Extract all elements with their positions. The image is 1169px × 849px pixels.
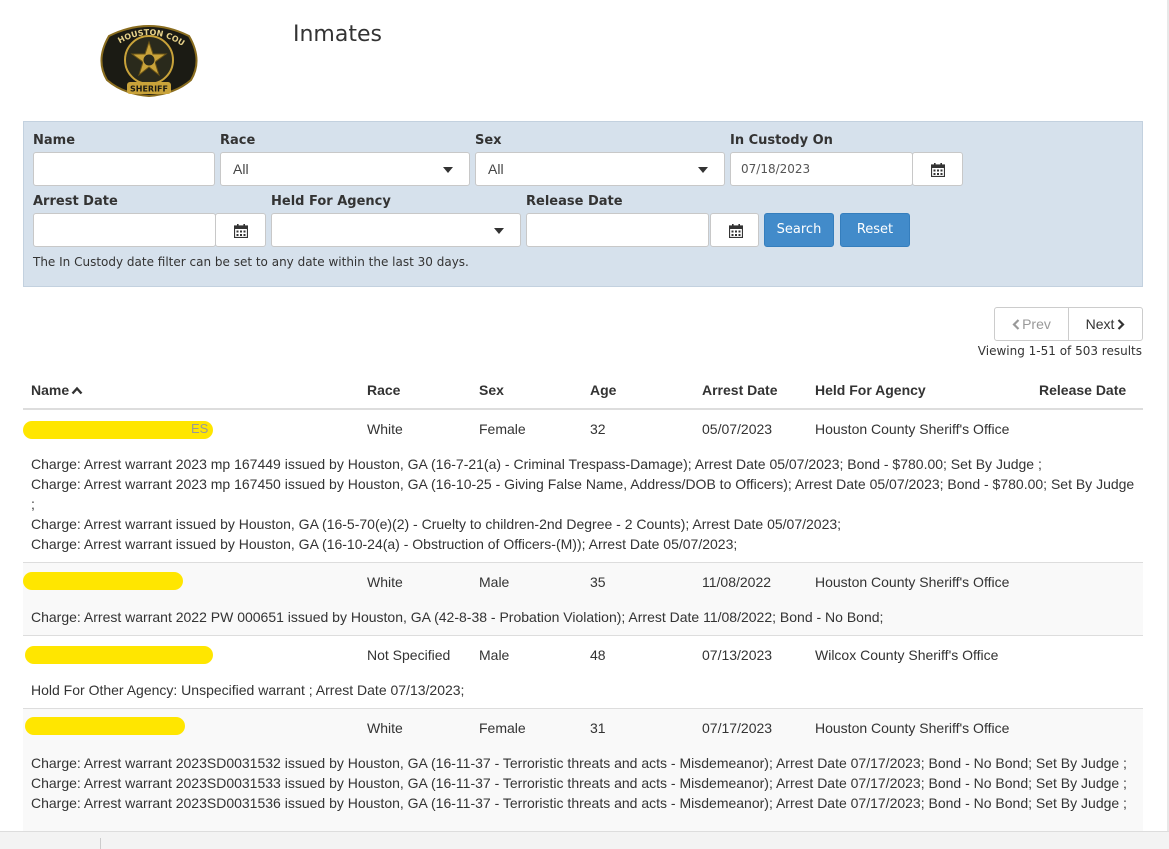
age-cell: 35 <box>590 574 606 590</box>
caret-down-icon <box>698 167 708 173</box>
name-label: Name <box>33 133 76 148</box>
logo-bottom-text: SHERIFF <box>130 85 168 94</box>
arrest-date-cell: 05/07/2023 <box>702 421 773 437</box>
agency-cell: Houston County Sheriff's Office <box>815 574 1010 590</box>
pager: Prev Next <box>994 307 1143 341</box>
charges-list: Charge: Arrest warrant 2023SD0031532 iss… <box>31 753 1137 813</box>
sex-cell: Female <box>479 720 526 736</box>
agency-label: Held For Agency <box>271 194 391 209</box>
sex-cell: Male <box>479 574 510 590</box>
table-header: Name Race Sex Age Arrest Date Held For A… <box>23 374 1143 410</box>
chevron-left-icon <box>1012 319 1020 330</box>
status-divider <box>100 838 101 849</box>
release-date-input[interactable] <box>526 213 709 247</box>
agency-select[interactable] <box>271 213 521 247</box>
agency-column-header[interactable]: Held For Agency <box>815 382 926 398</box>
charge-line: Charge: Arrest warrant issued by Houston… <box>31 516 842 532</box>
agency-cell: Wilcox County Sheriff's Office <box>815 647 999 663</box>
arrest-date-cell: 11/08/2022 <box>702 574 772 590</box>
agency-cell: Houston County Sheriff's Office <box>815 720 1010 736</box>
prev-label: Prev <box>1022 316 1051 332</box>
redacted-name <box>25 646 213 664</box>
release-calendar-button[interactable] <box>710 213 759 247</box>
name-cell-fragment: ES <box>191 421 209 436</box>
calendar-icon <box>931 163 945 177</box>
filter-panel: Name Race All Sex All In Custody On 07/1… <box>23 121 1143 287</box>
custody-filter-hint: The In Custody date filter can be set to… <box>33 255 469 269</box>
sex-select[interactable]: All <box>475 152 725 186</box>
sex-column-header[interactable]: Sex <box>479 382 504 398</box>
custody-label: In Custody On <box>730 133 833 148</box>
bottom-status-bar <box>0 831 1169 849</box>
caret-down-icon <box>443 167 453 173</box>
race-select-value: All <box>233 161 249 177</box>
search-button[interactable]: Search <box>764 213 834 247</box>
reset-button[interactable]: Reset <box>840 213 910 247</box>
charges-list: Hold For Other Agency: Unspecified warra… <box>31 680 1137 700</box>
arrest-date-column-header[interactable]: Arrest Date <box>702 382 777 398</box>
custody-date-input[interactable]: 07/18/2023 <box>730 152 913 186</box>
race-column-header[interactable]: Race <box>367 382 400 398</box>
sort-asc-icon <box>71 386 83 395</box>
charge-line: Charge: Arrest warrant 2023SD0031532 iss… <box>31 755 1127 771</box>
race-cell: Not Specified <box>367 647 451 663</box>
redacted-name <box>23 572 183 590</box>
arrest-calendar-button[interactable] <box>215 213 266 247</box>
charge-line: Charge: Arrest warrant 2023 mp 167450 is… <box>31 476 1135 512</box>
arrest-date-label: Arrest Date <box>33 194 118 209</box>
charge-line: Charge: Arrest warrant 2023SD0031533 iss… <box>31 775 1127 791</box>
sex-cell: Female <box>479 421 526 437</box>
calendar-icon <box>234 224 248 238</box>
sex-cell: Male <box>479 647 510 663</box>
age-cell: 48 <box>590 647 606 663</box>
arrest-date-cell: 07/17/2023 <box>702 720 773 736</box>
results-count: Viewing 1-51 of 503 results <box>977 344 1142 358</box>
charge-line: Charge: Arrest warrant 2022 PW 000651 is… <box>31 609 884 625</box>
table-row[interactable]: Not Specified Male 48 07/13/2023 Wilcox … <box>23 636 1143 709</box>
charge-line: Charge: Arrest warrant issued by Houston… <box>31 536 738 552</box>
race-label: Race <box>220 133 256 148</box>
calendar-icon <box>729 224 743 238</box>
sheriff-badge-logo: HOUSTON COUNTY SHERIFF <box>95 22 198 98</box>
race-cell: White <box>367 720 403 736</box>
chevron-right-icon <box>1118 319 1125 330</box>
age-cell: 32 <box>590 421 606 437</box>
arrest-date-cell: 07/13/2023 <box>702 647 773 663</box>
redacted-name <box>23 421 213 439</box>
sex-select-value: All <box>488 161 504 177</box>
table-row[interactable]: ES White Female 32 05/07/2023 Houston Co… <box>23 410 1143 563</box>
race-select[interactable]: All <box>220 152 470 186</box>
table-row[interactable]: White Female 31 07/17/2023 Houston Count… <box>23 709 1143 831</box>
charge-line: Hold For Other Agency: Unspecified warra… <box>31 682 465 698</box>
charge-line: Charge: Arrest warrant 2023SD0031536 iss… <box>31 795 1127 811</box>
caret-down-icon <box>494 228 504 234</box>
age-cell: 31 <box>590 720 606 736</box>
release-date-label: Release Date <box>526 194 623 209</box>
release-date-column-header[interactable]: Release Date <box>1039 382 1126 398</box>
redacted-name <box>25 717 185 735</box>
age-column-header[interactable]: Age <box>590 382 616 398</box>
next-label: Next <box>1085 316 1115 332</box>
agency-cell: Houston County Sheriff's Office <box>815 421 1010 437</box>
prev-button[interactable]: Prev <box>995 308 1069 340</box>
arrest-date-input[interactable] <box>33 213 216 247</box>
table-row[interactable]: White Male 35 11/08/2022 Houston County … <box>23 563 1143 636</box>
race-cell: White <box>367 574 403 590</box>
charge-line: Charge: Arrest warrant 2023 mp 167449 is… <box>31 456 1042 472</box>
name-input[interactable] <box>33 152 215 186</box>
race-cell: White <box>367 421 403 437</box>
name-column-header[interactable]: Name <box>31 382 83 398</box>
charges-list: Charge: Arrest warrant 2023 mp 167449 is… <box>31 454 1137 554</box>
page-title: Inmates <box>293 22 382 47</box>
custody-calendar-button[interactable] <box>912 152 963 186</box>
charges-list: Charge: Arrest warrant 2022 PW 000651 is… <box>31 607 1137 627</box>
next-button[interactable]: Next <box>1069 308 1142 340</box>
sex-label: Sex <box>475 133 502 148</box>
